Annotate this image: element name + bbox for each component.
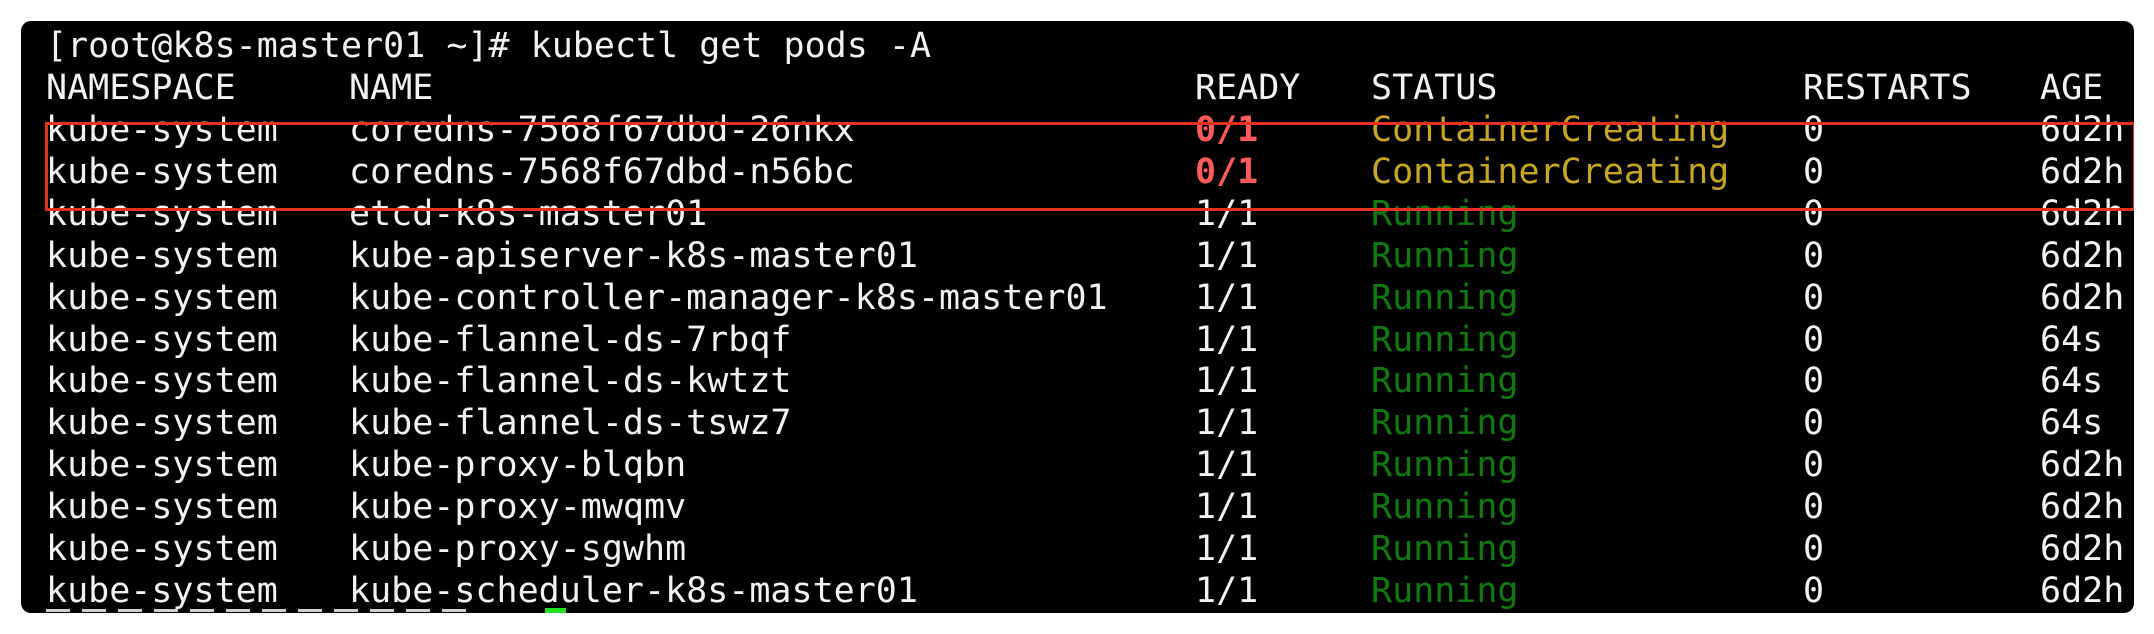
cell-name: kube-flannel-ds-tswz7 — [349, 403, 792, 444]
cell-status: Running — [1371, 570, 1519, 611]
table-row: kube-system kube-controller-manager-k8s-m… — [46, 277, 2131, 319]
cell-ready: 1/1 — [1195, 445, 1259, 486]
cell-age: 64s — [2040, 361, 2104, 402]
cell-name: kube-proxy-mwqmv — [349, 487, 687, 528]
cell-name: kube-proxy-sgwhm — [349, 529, 687, 569]
cell-ready: 1/1 — [1195, 403, 1259, 444]
cell-restarts: 0 — [1803, 445, 1825, 486]
cell-age: 6d2h — [2040, 277, 2125, 318]
cell-namespace: kube-system — [46, 277, 278, 318]
cell-name: kube-apiserver-k8s-master01 — [349, 235, 918, 276]
table-row: kube-system kube-proxy-sgwhm 1/1 Running 0 6d… — [46, 528, 2131, 570]
cell-namespace: kube-system — [46, 319, 278, 360]
cell-age: 64s — [2040, 403, 2104, 444]
cell-namespace: kube-system — [46, 529, 278, 569]
cell-restarts: 0 — [1803, 361, 1825, 402]
next-prompt-partial — [46, 607, 526, 613]
cell-ready: 1/1 — [1195, 277, 1259, 318]
cell-name: kube-scheduler-k8s-master01 — [349, 570, 918, 611]
cell-restarts: 0 — [1803, 487, 1825, 528]
cell-restarts: 0 — [1803, 235, 1825, 276]
header-age: AGE — [2040, 68, 2104, 108]
cell-namespace: kube-system — [46, 487, 278, 528]
cell-status: Running — [1371, 487, 1519, 528]
table-row: kube-system kube-flannel-ds-kwtzt 1/1 Runni… — [46, 360, 2131, 402]
table-row: kube-system kube-flannel-ds-tswz7 1/1 Runni… — [46, 402, 2131, 444]
cell-namespace: kube-system — [46, 403, 278, 444]
cell-restarts: 0 — [1803, 529, 1825, 569]
cell-age: 64s — [2040, 319, 2104, 360]
cell-age: 6d2h — [2040, 529, 2125, 569]
header-ready: READY — [1195, 68, 1301, 108]
cell-restarts: 0 — [1803, 277, 1825, 318]
cell-ready: 1/1 — [1195, 361, 1259, 402]
cell-namespace: kube-system — [46, 445, 278, 486]
header-status: STATUS — [1371, 68, 1498, 108]
table-row: kube-system kube-apiserver-k8s-master01 1/… — [46, 235, 2131, 277]
cell-ready: 1/1 — [1195, 319, 1259, 360]
cell-status: Running — [1371, 361, 1519, 402]
cell-status: Running — [1371, 319, 1519, 360]
cell-status: Running — [1371, 445, 1519, 486]
cell-ready: 1/1 — [1195, 529, 1259, 569]
table-row: kube-system kube-flannel-ds-7rbqf 1/1 Runni… — [46, 319, 2131, 361]
cell-restarts: 0 — [1803, 403, 1825, 444]
table-row: kube-system kube-proxy-mwqmv 1/1 Running 0 6d… — [46, 486, 2131, 528]
cell-age: 6d2h — [2040, 235, 2125, 276]
cell-status: Running — [1371, 529, 1519, 569]
cell-ready: 1/1 — [1195, 487, 1259, 528]
cell-status: Running — [1371, 277, 1519, 318]
cell-ready: 1/1 — [1195, 570, 1259, 611]
cell-name: kube-flannel-ds-7rbqf — [349, 319, 792, 360]
cell-age: 6d2h — [2040, 487, 2125, 528]
cell-name: kube-proxy-blqbn — [349, 445, 687, 486]
header-restarts: RESTARTS — [1803, 68, 1972, 108]
terminal-cursor — [545, 608, 566, 613]
header-name: NAME — [349, 68, 434, 108]
command-prompt-line: [root@k8s-master01 ~]# kubectl get pods … — [46, 26, 932, 66]
cell-status: Running — [1371, 235, 1519, 276]
cell-namespace: kube-system — [46, 570, 278, 611]
table-row: kube-system kube-scheduler-k8s-master01 1/… — [46, 570, 2131, 612]
highlight-annotation-box — [45, 122, 2134, 211]
cell-namespace: kube-system — [46, 361, 278, 402]
cell-namespace: kube-system — [46, 235, 278, 276]
cell-status: Running — [1371, 403, 1519, 444]
table-header-row: NAMESPACE NAME READY STATUS RESTARTS AGE — [46, 67, 2131, 109]
cell-restarts: 0 — [1803, 319, 1825, 360]
cell-restarts: 0 — [1803, 570, 1825, 611]
screenshot-frame: [root@k8s-master01 ~]# kubectl get pods … — [0, 0, 2154, 634]
cell-age: 6d2h — [2040, 570, 2125, 611]
terminal-window[interactable]: [root@k8s-master01 ~]# kubectl get pods … — [21, 21, 2134, 613]
cell-name: kube-controller-manager-k8s-master01 — [349, 277, 1108, 318]
cell-name: kube-flannel-ds-kwtzt — [349, 361, 792, 402]
cell-age: 6d2h — [2040, 445, 2125, 486]
table-row: kube-system kube-proxy-blqbn 1/1 Running 0 6d… — [46, 444, 2131, 486]
cell-ready: 1/1 — [1195, 235, 1259, 276]
header-namespace: NAMESPACE — [46, 68, 236, 108]
